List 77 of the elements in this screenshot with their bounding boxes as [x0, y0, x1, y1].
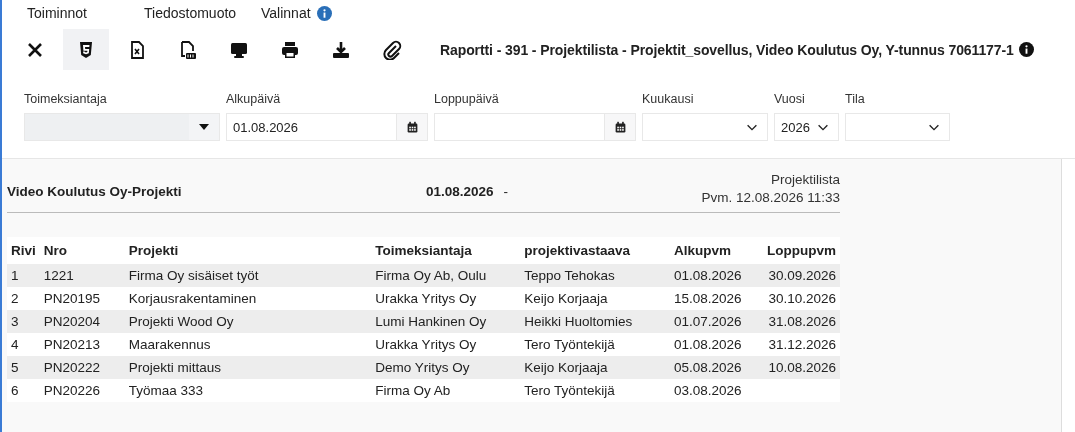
- table-cell: Tero Työntekijä: [520, 333, 671, 356]
- table-cell: 05.08.2026: [670, 356, 752, 379]
- column-header: Nro: [39, 237, 125, 264]
- column-header: Loppupvm: [752, 237, 840, 264]
- field-label: Vuosi: [774, 92, 806, 107]
- date-field[interactable]: [434, 113, 636, 141]
- printer-icon: [280, 39, 300, 60]
- select-field[interactable]: 2026: [774, 113, 839, 141]
- start-date: 01.08.2026: [426, 184, 494, 199]
- table-cell: 03.08.2026: [670, 379, 752, 402]
- field-label: Kuukausi: [642, 92, 695, 107]
- table-cell: 10.08.2026: [752, 356, 840, 379]
- table-cell: 3: [7, 310, 40, 333]
- caret-icon: [199, 124, 209, 130]
- table-cell: Teppo Tehokas: [520, 264, 671, 287]
- field-label: Toimeksiantaja: [24, 92, 108, 107]
- report-title: Raportti - 391 - Projektilista - Projektit_sovellus, Video Koulutus Oy, Y-tunnus 7061177-1: [440, 41, 1014, 58]
- table-cell: Urakka Yritys Oy: [371, 333, 521, 356]
- date-separator: -: [503, 184, 509, 199]
- table-cell: PN20195: [39, 287, 125, 310]
- table-cell: Firma Oy sisäiset työt: [124, 264, 372, 287]
- table-cell: Demo Yritys Oy: [371, 356, 521, 379]
- table-cell: Korjausrakentaminen: [124, 287, 372, 310]
- download-icon: [331, 39, 351, 60]
- calendar-icon: [405, 120, 419, 134]
- table-cell: 4: [7, 333, 40, 356]
- table-cell: 5: [7, 356, 40, 379]
- info-icon[interactable]: [1018, 42, 1034, 57]
- table-cell: 30.09.2026: [752, 264, 840, 287]
- toolbar-button[interactable]: [63, 29, 109, 70]
- table-cell: 31.12.2026: [752, 333, 840, 356]
- company-heading: Video Koulutus Oy-Projekti: [7, 183, 183, 199]
- table-cell: Tero Työntekijä: [520, 379, 671, 402]
- table-cell: 2: [7, 287, 40, 310]
- table-cell: Urakka Yritys Oy: [371, 287, 521, 310]
- calendar-icon: [613, 120, 627, 134]
- table-cell: PN20226: [39, 379, 125, 402]
- table-cell: Keijo Korjaaja: [520, 356, 671, 379]
- table-cell: 01.07.2026: [670, 310, 752, 333]
- column-header: Alkupvm: [670, 237, 752, 264]
- table-cell: Maarakennus: [124, 333, 372, 356]
- pdf-file-icon: [178, 39, 198, 60]
- menu-item[interactable]: Valinnat: [261, 5, 311, 21]
- menu-item[interactable]: Toiminnot: [27, 5, 87, 21]
- column-header: Toimeksiantaja: [371, 237, 521, 264]
- table-cell: PN20204: [39, 310, 125, 333]
- table-cell: Projekti mittaus: [124, 356, 372, 379]
- select-field[interactable]: [642, 113, 768, 141]
- table-cell: 30.10.2026: [752, 287, 840, 310]
- table-cell: 1221: [39, 264, 125, 287]
- table-cell: Firma Oy Ab, Oulu: [371, 264, 521, 287]
- field-label: Loppupäivä: [434, 92, 500, 107]
- table-cell: 31.08.2026: [752, 310, 840, 333]
- field-label: Alkupäivä: [226, 92, 282, 107]
- column-header: Projekti: [124, 237, 372, 264]
- field-label: Tila: [845, 92, 866, 107]
- date-field[interactable]: 01.08.2026: [226, 113, 428, 141]
- table-cell: Keijo Korjaaja: [520, 287, 671, 310]
- table-cell: 01.08.2026: [670, 333, 752, 356]
- column-header: projektivastaava: [520, 237, 671, 264]
- paperclip-icon: [382, 39, 402, 60]
- select-field[interactable]: [845, 113, 950, 141]
- table-cell: Firma Oy Ab: [371, 379, 521, 402]
- table-cell: Lumi Hankinen Oy: [371, 310, 521, 333]
- report-name: Projektilista: [769, 172, 840, 187]
- table-cell: Heikki Huoltomies: [520, 310, 671, 333]
- table-cell: 15.08.2026: [670, 287, 752, 310]
- menu-item[interactable]: Tiedostomuoto: [144, 5, 237, 21]
- table-cell: PN20213: [39, 333, 125, 356]
- table-cell: PN20222: [39, 356, 125, 379]
- table-cell: 01.08.2026: [670, 264, 752, 287]
- table-cell: Työmaa 333: [124, 379, 372, 402]
- table-cell: 6: [7, 379, 40, 402]
- table-cell: Projekti Wood Oy: [124, 310, 372, 333]
- print-date: Pvm. 12.08.2026 11:33: [701, 190, 840, 205]
- table-cell: 1: [7, 264, 40, 287]
- column-header: Rivi: [7, 237, 40, 264]
